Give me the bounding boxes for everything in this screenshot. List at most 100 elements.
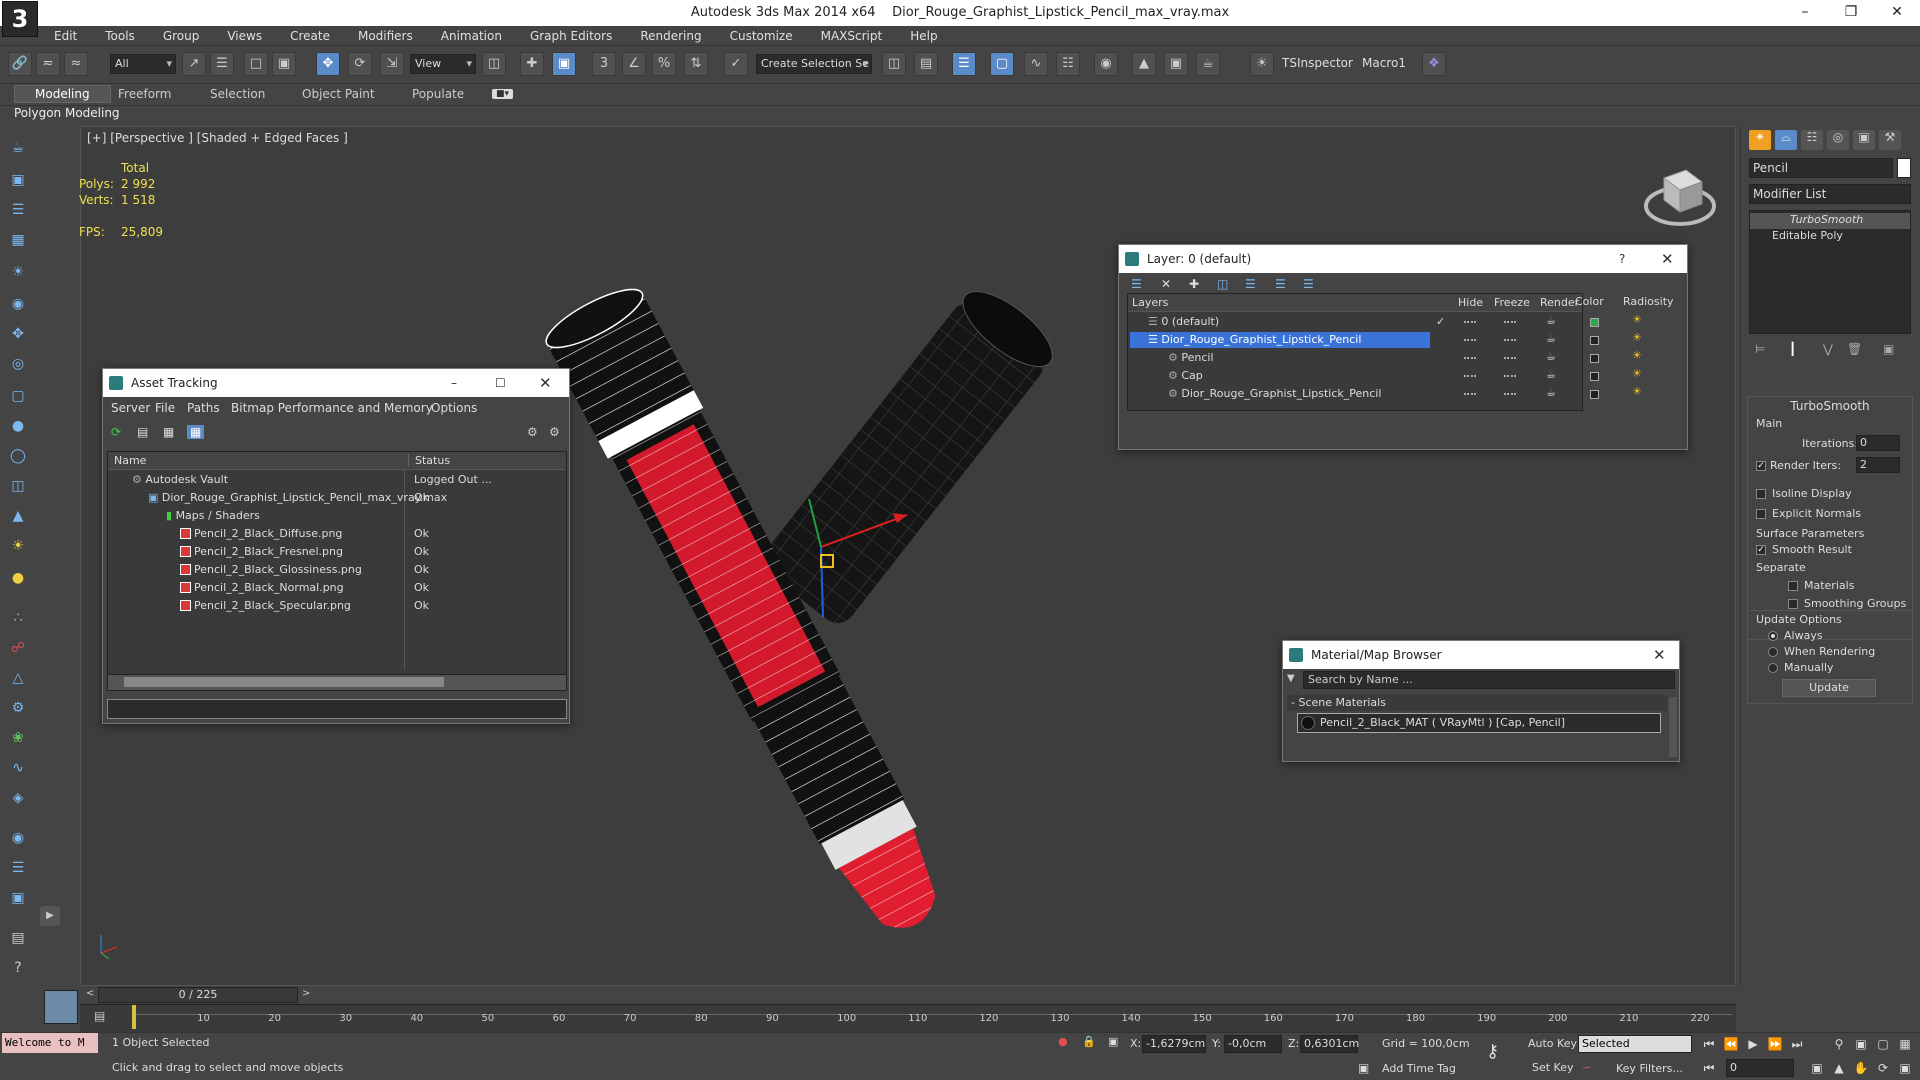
plant-icon[interactable]: ❀ [6,726,30,750]
layer-color-swatch[interactable] [1590,372,1599,381]
list-view-icon[interactable]: ▤ [137,425,148,439]
spinner-snap-icon[interactable]: ⇅ [684,52,708,76]
render-teapot-icon[interactable]: ☕ [1546,350,1556,363]
menu-group[interactable]: Group [149,26,214,46]
cap-mesh[interactable] [756,278,1064,630]
radiosity-icon[interactable]: ☀ [1632,349,1642,362]
close-icon[interactable]: ✕ [1653,641,1666,669]
select-rotate-icon[interactable]: ⟳ [348,52,372,76]
scrollbar-thumb[interactable] [124,677,444,687]
time-tag-icon[interactable]: ▣ [1358,1061,1369,1075]
current-frame-field[interactable]: 0 [1726,1059,1794,1077]
menu-views[interactable]: Views [213,26,276,46]
delete-layer-icon[interactable]: ✕ [1161,277,1171,291]
hierarchy-tab-icon[interactable]: ☷ [1801,130,1823,150]
torus-icon[interactable]: ◯ [6,444,30,468]
radiosity-icon[interactable]: ☀ [1632,367,1642,380]
viewcube[interactable] [1642,156,1718,226]
render-teapot-icon[interactable]: ☕ [1546,314,1556,327]
auto-key-button[interactable]: Auto Key [1528,1037,1577,1050]
document-icon[interactable]: ▤ [6,926,30,950]
next-key-icon[interactable]: ⏩ [1766,1035,1784,1053]
help-icon[interactable]: ? [6,956,30,980]
show-end-result-icon[interactable]: ┃ [1789,342,1796,356]
vault-login-icon[interactable]: ⚙ [527,425,538,439]
vertical-scrollbar[interactable] [1669,697,1677,757]
col-hide[interactable]: Hide [1458,296,1483,309]
browser-options-icon[interactable]: ▼ [1287,673,1295,684]
table-row[interactable]: Pencil_2_Black_Normal.png Ok [108,580,566,596]
hide-toggle[interactable] [1464,375,1476,377]
maximize-viewport-icon[interactable]: ▣ [1896,1059,1914,1077]
table-row[interactable]: Pencil_2_Black_Fresnel.png Ok [108,544,566,560]
cylinder-icon[interactable]: ◫ [6,474,30,498]
key-set-dropdown[interactable]: Selected [1578,1035,1692,1053]
stack-item-turbosmooth[interactable]: TurboSmooth [1750,213,1910,229]
radiosity-icon[interactable]: ☀ [1632,331,1642,344]
teapot-icon[interactable]: ☕ [6,136,30,160]
maxscript-listener-field[interactable]: Welcome to M [2,1033,98,1053]
iterations-spinner[interactable]: 0 [1856,435,1900,451]
hide-toggle[interactable] [1464,393,1476,395]
radiosity-icon[interactable]: ☀ [1632,385,1642,398]
lock-selection-icon[interactable]: 🔒 [1082,1035,1096,1048]
globe-icon[interactable]: ◉ [6,826,30,850]
select-by-name-icon[interactable]: ☰ [210,52,234,76]
modify-tab-icon[interactable]: ⌓ [1775,130,1797,150]
ball-icon[interactable]: ● [6,566,30,590]
hide-toggle[interactable] [1464,321,1476,323]
app-logo-icon[interactable]: 3 [2,1,38,37]
table-row[interactable]: ⚙ Autodesk Vault Logged Out ... [108,472,566,488]
orbit-icon[interactable]: ⟳ [1874,1059,1892,1077]
table-view-icon[interactable]: ▦ [163,425,174,439]
image-icon[interactable]: ▣ [6,168,30,192]
grid-view-icon[interactable]: ▦ [187,425,205,439]
schematic-view-icon[interactable]: ☷ [1056,52,1080,76]
select-object-icon[interactable]: ↗ [182,52,206,76]
layer-color-swatch[interactable] [1590,354,1599,363]
render-setup-icon[interactable]: ▲ [1132,52,1156,76]
restore-button[interactable]: ❐ [1828,0,1874,26]
render-teapot-icon[interactable]: ☕ [1546,368,1556,381]
z-coord-field[interactable]: 0,6301cm [1300,1035,1359,1053]
set-key-button[interactable]: Set Key [1532,1061,1574,1074]
radiosity-icon[interactable]: ☀ [1632,313,1642,326]
cloth-icon[interactable]: ◈ [6,786,30,810]
time-slider[interactable]: < 0 / 225 > [80,986,1736,1004]
menu-server[interactable]: Server [111,401,150,415]
edit-named-selections-icon[interactable]: ✓ [724,52,748,76]
menu-rendering[interactable]: Rendering [626,26,715,46]
script-icon[interactable]: ☰ [6,856,30,880]
zoom-extents-icon[interactable]: ▢ [1874,1035,1892,1053]
move-tool-icon[interactable]: ✥ [6,322,30,346]
render-teapot-icon[interactable]: ☕ [1546,332,1556,345]
minimize-icon[interactable]: – [451,369,457,397]
layer-color-swatch[interactable] [1590,336,1599,345]
close-icon[interactable]: ✕ [1661,245,1674,273]
time-slider-thumb[interactable]: 0 / 225 [98,987,298,1003]
fov-icon[interactable]: ▲ [1830,1059,1848,1077]
col-render[interactable]: Render [1540,296,1579,309]
new-layer-icon[interactable]: ☰ [1131,277,1142,291]
mini-listener-icon[interactable] [44,990,78,1024]
col-layers[interactable]: Layers [1132,296,1168,309]
hide-toggle[interactable] [1464,357,1476,359]
layer-color-swatch[interactable] [1590,390,1599,399]
hide-all-icon[interactable]: ☰ [1275,277,1286,291]
link-chain-icon[interactable]: ☍ [6,636,30,660]
table-row[interactable]: Pencil_2_Black_Specular.png Ok [108,598,566,614]
freeze-toggle[interactable] [1504,375,1516,377]
when-rendering-radio[interactable] [1768,647,1778,657]
align-icon[interactable]: ▤ [914,52,938,76]
highlight-layer-icon[interactable]: ☰ [1245,277,1256,291]
materials-checkbox[interactable] [1788,581,1798,591]
menu-options[interactable]: Options [431,401,477,415]
smooth-result-checkbox[interactable]: ✓ [1756,545,1766,555]
select-manipulate-icon[interactable]: ✚ [520,52,544,76]
selection-filter-dropdown[interactable]: All [110,54,176,74]
camera-icon[interactable]: ◉ [6,292,30,316]
menu-customize[interactable]: Customize [716,26,807,46]
goto-end-icon[interactable]: ⏭ [1788,1035,1806,1053]
ribbon-options-icon[interactable]: ■▾ [492,89,514,99]
rendered-frame-icon[interactable]: ▣ [1164,52,1188,76]
